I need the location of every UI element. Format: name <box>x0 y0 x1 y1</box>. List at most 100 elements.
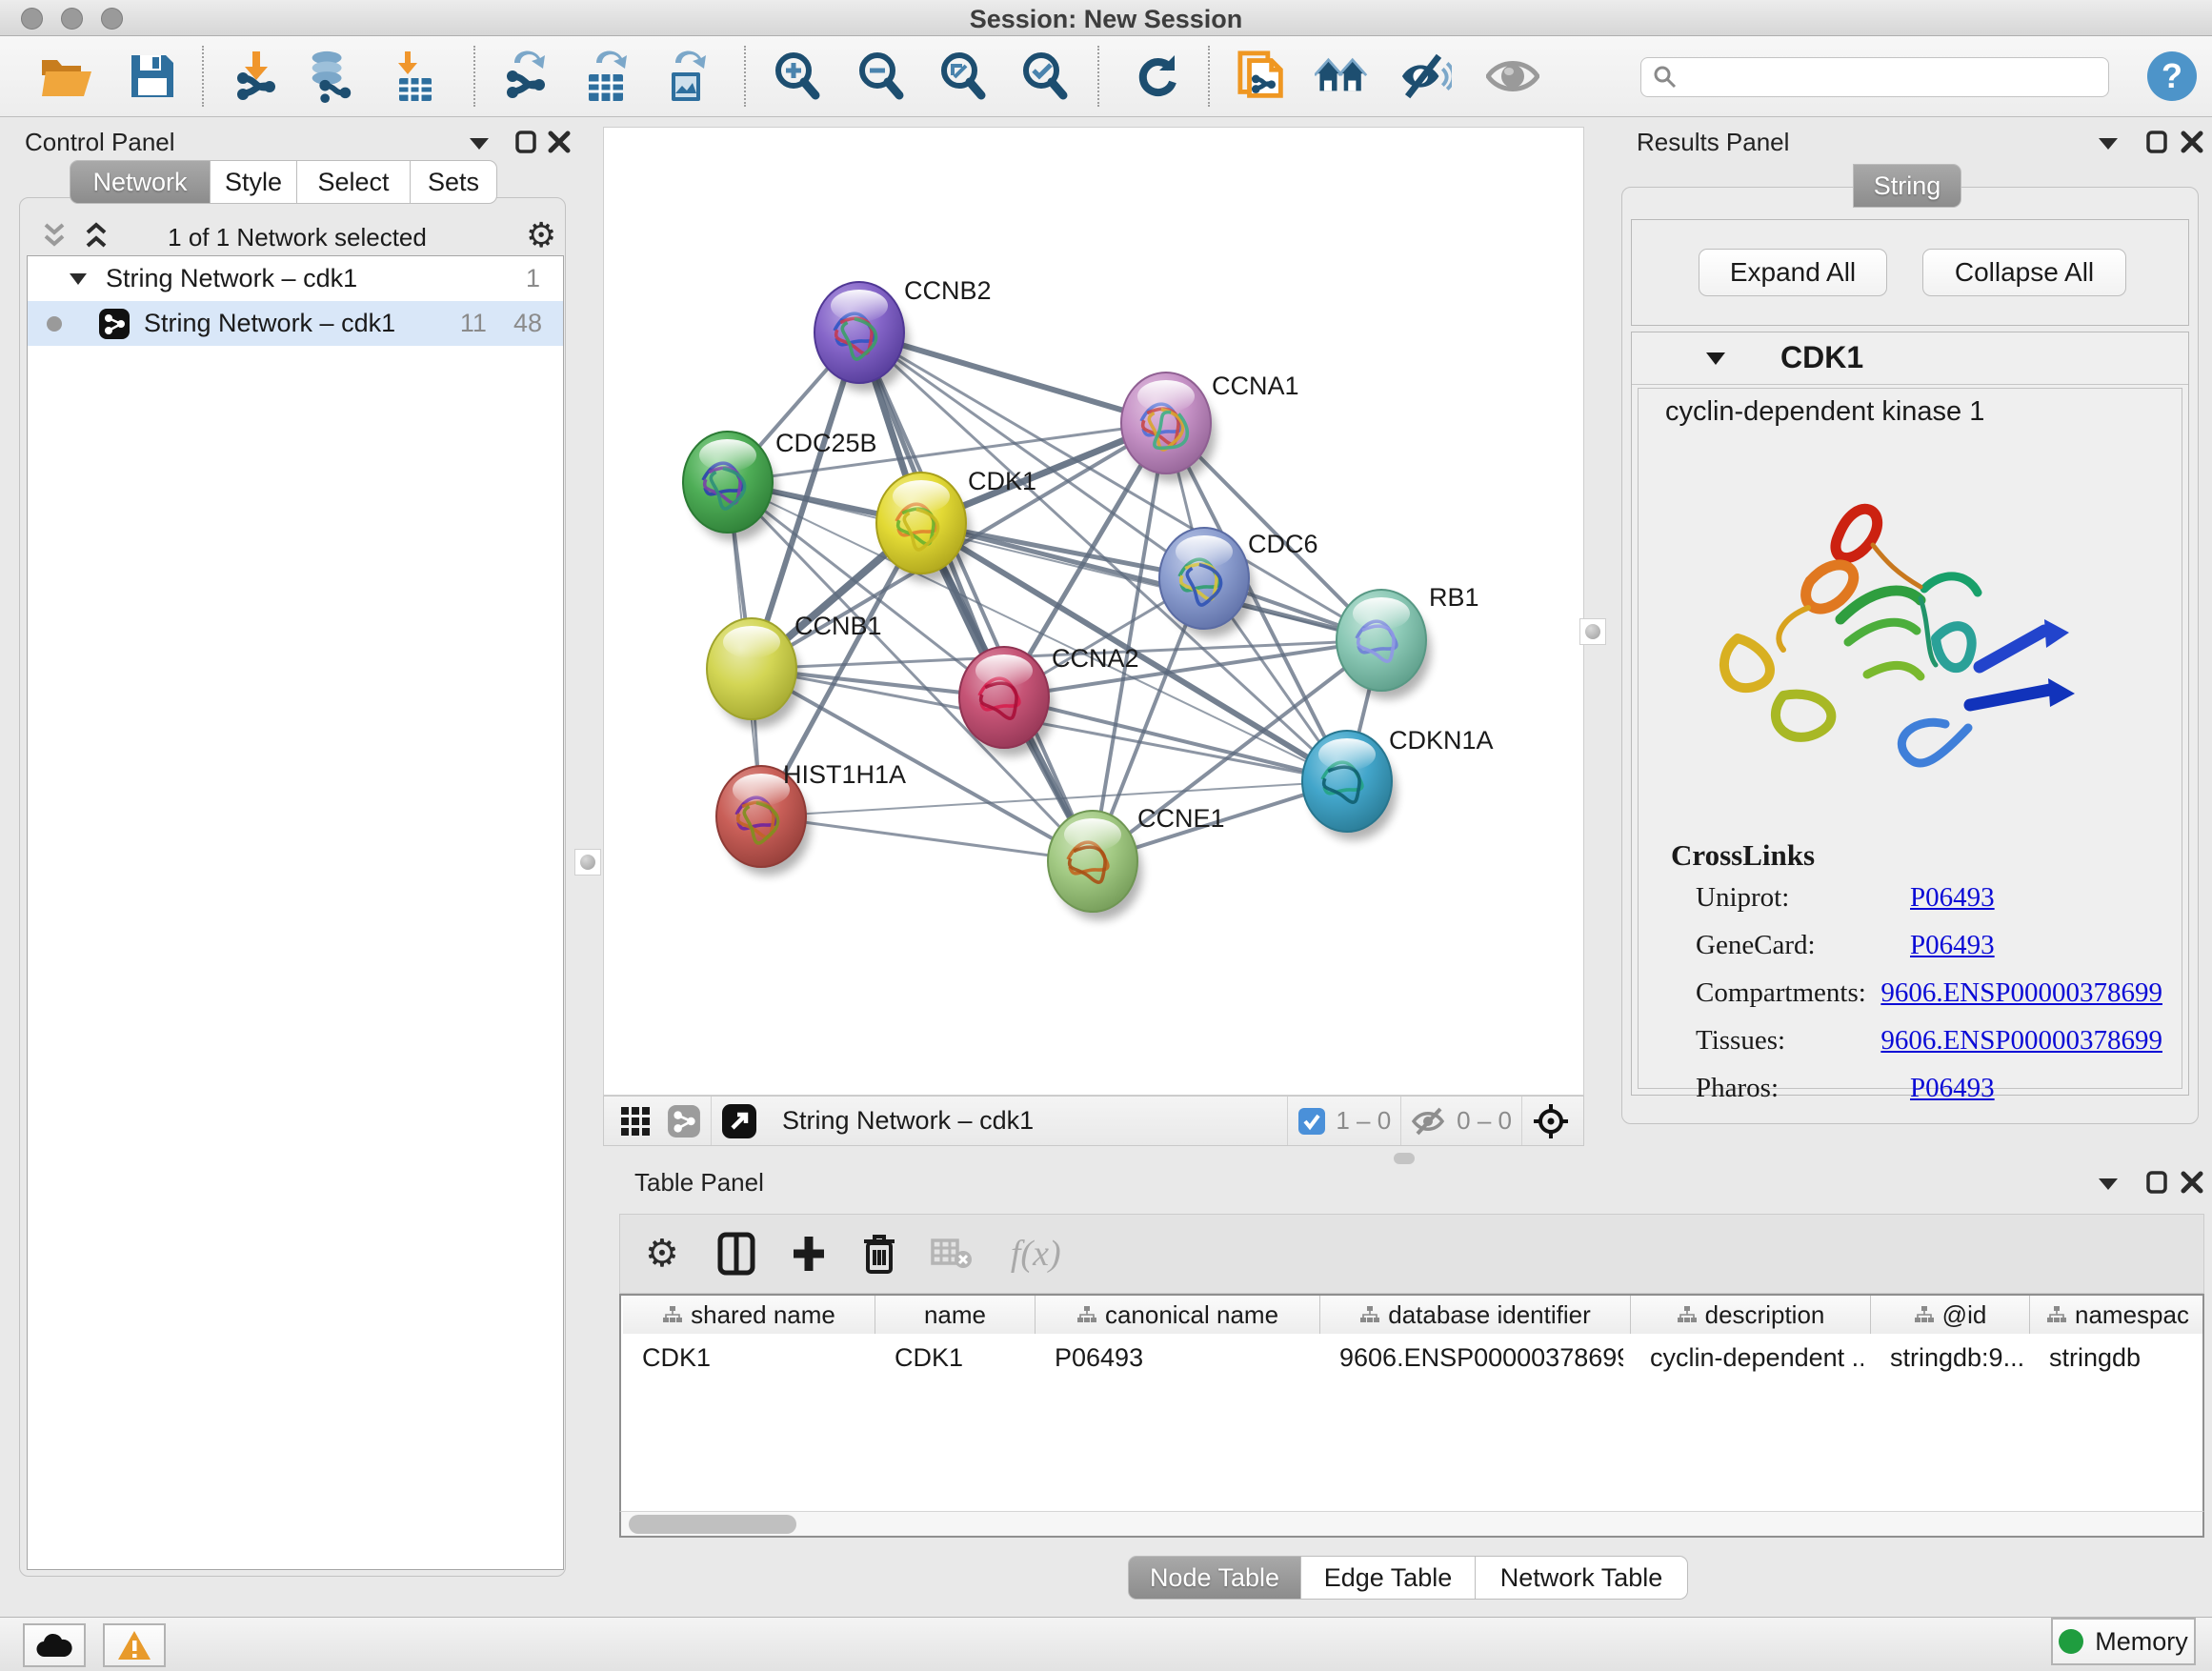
column-header-namespac[interactable]: namespac <box>2030 1296 2204 1334</box>
crosslink-value-link[interactable]: P06493 <box>1910 930 1995 961</box>
gene-section-header[interactable]: CDK1 <box>1632 332 2188 385</box>
results-panel-maximize-icon[interactable] <box>2145 130 2168 154</box>
zoom-selected-button[interactable] <box>1017 50 1071 103</box>
network-row-selected[interactable]: String Network – cdk1 11 48 <box>28 301 563 346</box>
table-panel-close-icon[interactable] <box>2180 1170 2204 1195</box>
results-panel-float-icon[interactable] <box>2096 133 2121 152</box>
column-header-@id[interactable]: @id <box>1871 1296 2030 1334</box>
table-cell[interactable]: CDK1 <box>642 1338 868 1378</box>
refresh-view-button[interactable] <box>1132 50 1185 103</box>
fit-content-crosshair-icon[interactable] <box>1532 1102 1570 1140</box>
zoom-in-button[interactable] <box>770 50 823 103</box>
table-horizontal-scrollbar[interactable] <box>619 1511 2204 1538</box>
network-node-ccne1[interactable]: CCNE1 <box>1048 804 1225 920</box>
show-graphics-details-icon[interactable] <box>1486 50 1539 103</box>
crosslink-value-link[interactable]: 9606.ENSP00000378699 <box>1880 977 2162 1009</box>
gene-collapse-icon[interactable] <box>1704 350 1727 367</box>
column-header-name[interactable]: name <box>875 1296 1036 1334</box>
tab-node-table[interactable]: Node Table <box>1128 1556 1301 1600</box>
node-table[interactable]: shared nameCDK1nameCDK1canonical nameP06… <box>619 1294 2204 1511</box>
table-panel-float-icon[interactable] <box>2096 1174 2121 1193</box>
crosslink-label: Pharos: <box>1696 1073 1910 1104</box>
right-splitter-handle[interactable] <box>1579 618 1606 645</box>
crosslink-value-link[interactable]: P06493 <box>1910 1073 1995 1104</box>
collapse-all-button[interactable]: Collapse All <box>1922 249 2126 296</box>
network-edge[interactable] <box>761 816 1093 861</box>
collection-label: String Network – cdk1 <box>106 264 357 293</box>
network-options-gear-icon[interactable]: ⚙ <box>526 215 556 255</box>
table-cell[interactable]: stringdb <box>2049 1338 2199 1378</box>
tab-edge-table[interactable]: Edge Table <box>1301 1556 1476 1600</box>
tab-sets[interactable]: Sets <box>411 160 497 204</box>
clone-network-button[interactable] <box>1237 50 1290 103</box>
network-node-hist1h1a[interactable]: HIST1H1A <box>716 760 906 876</box>
table-cell[interactable]: stringdb:9... <box>1890 1338 2022 1378</box>
tab-network-table[interactable]: Network Table <box>1476 1556 1688 1600</box>
table-panel-maximize-icon[interactable] <box>2145 1170 2168 1195</box>
column-header-shared-name[interactable]: shared name <box>623 1296 875 1334</box>
zoom-fit-button[interactable] <box>935 50 989 103</box>
network-canvas[interactable]: CCNB2CCNA1CDC25BCDK1CDC6RB1CCNB1CCNA2CDK… <box>603 127 1584 1096</box>
table-cell[interactable]: cyclin-dependent ... <box>1650 1338 1863 1378</box>
tab-string[interactable]: String <box>1853 164 1961 208</box>
node-label: CDK1 <box>968 467 1036 495</box>
import-network-from-database-button[interactable] <box>303 50 356 103</box>
network-node-ccnb1[interactable]: CCNB1 <box>707 612 882 728</box>
column-header-canonical-name[interactable]: canonical name <box>1036 1296 1320 1334</box>
node-label: HIST1H1A <box>783 760 906 789</box>
network-node-rb1[interactable]: RB1 <box>1337 583 1479 699</box>
tab-network[interactable]: Network <box>70 160 211 204</box>
toolbar-separator <box>1097 46 1099 107</box>
selected-checkbox-icon[interactable] <box>1297 1107 1326 1136</box>
network-node-cdc6[interactable]: CDC6 <box>1159 528 1318 637</box>
table-cell[interactable]: 9606.ENSP00000378699 <box>1339 1338 1623 1378</box>
column-header-database-identifier[interactable]: database identifier <box>1320 1296 1631 1334</box>
open-session-button[interactable] <box>40 50 93 103</box>
table-scrollbar-thumb[interactable] <box>629 1515 796 1534</box>
show-columns-icon[interactable] <box>717 1232 755 1276</box>
export-network-button[interactable] <box>502 50 555 103</box>
tab-style[interactable]: Style <box>211 160 297 204</box>
collection-expand-icon[interactable] <box>68 271 89 288</box>
table-settings-gear-icon[interactable]: ⚙ <box>645 1232 679 1276</box>
export-image-button[interactable] <box>661 50 714 103</box>
control-panel-maximize-icon[interactable] <box>514 130 537 154</box>
left-splitter-handle[interactable] <box>574 849 601 876</box>
add-column-icon[interactable] <box>790 1233 828 1275</box>
selected-counter: 1 – 0 <box>1336 1106 1391 1136</box>
cloud-button[interactable] <box>23 1623 86 1667</box>
column-header-description[interactable]: description <box>1631 1296 1871 1334</box>
string-view-icon[interactable] <box>667 1104 701 1138</box>
table-cell[interactable]: P06493 <box>1055 1338 1313 1378</box>
help-button[interactable]: ? <box>2145 50 2199 103</box>
crosslink-value-link[interactable]: P06493 <box>1910 882 1995 914</box>
import-network-button[interactable] <box>231 50 284 103</box>
save-session-button[interactable] <box>126 50 179 103</box>
detach-view-icon[interactable] <box>721 1103 757 1139</box>
network-node-cdk1[interactable]: CDK1 <box>876 467 1036 582</box>
crosslink-value-link[interactable]: 9606.ENSP00000378699 <box>1880 1025 2162 1057</box>
results-panel: Results Panel String Expand All Collapse… <box>1619 120 2212 1130</box>
hide-annotations-icon[interactable] <box>1398 50 1452 103</box>
network-node-cdkn1a[interactable]: CDKN1A <box>1302 726 1494 840</box>
expand-all-button[interactable]: Expand All <box>1699 249 1887 296</box>
network-collection-row[interactable]: String Network – cdk1 1 <box>28 256 563 301</box>
results-panel-close-icon[interactable] <box>2180 130 2204 154</box>
control-panel-float-icon[interactable] <box>467 133 492 152</box>
memory-button[interactable]: Memory <box>2051 1618 2196 1665</box>
import-table-button[interactable] <box>389 50 442 103</box>
tab-select[interactable]: Select <box>297 160 411 204</box>
collapse-all-networks-icon[interactable] <box>38 221 70 252</box>
warnings-button[interactable] <box>103 1623 166 1667</box>
table-cell[interactable]: CDK1 <box>895 1338 1028 1378</box>
export-table-button[interactable] <box>581 50 634 103</box>
birds-eye-grid-icon[interactable] <box>619 1105 652 1137</box>
home-pages-button[interactable] <box>1315 50 1368 103</box>
delete-column-trash-icon[interactable] <box>862 1232 896 1276</box>
expand-all-networks-icon[interactable] <box>80 221 112 252</box>
gene-description: cyclin-dependent kinase 1 <box>1665 396 1984 428</box>
search-input[interactable] <box>1640 57 2109 97</box>
hidden-eye-slash-icon[interactable] <box>1411 1107 1447 1136</box>
zoom-out-button[interactable] <box>854 50 907 103</box>
control-panel-close-icon[interactable] <box>547 130 572 154</box>
